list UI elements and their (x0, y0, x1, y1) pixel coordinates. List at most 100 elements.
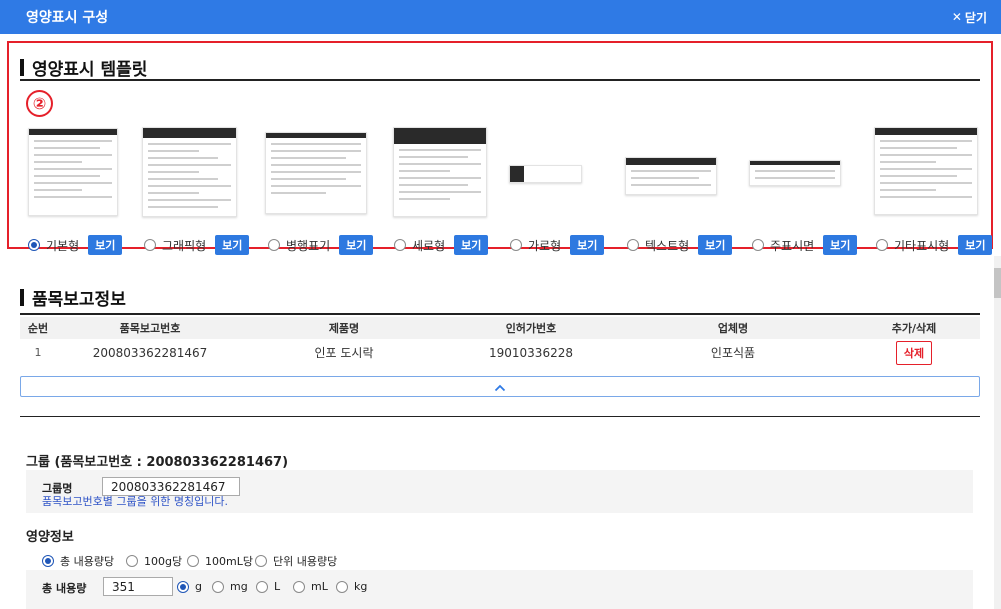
template-option-main-display[interactable]: 주표시면 보기 (752, 235, 858, 255)
template-option-basic[interactable]: 기본형 보기 (28, 235, 123, 255)
group-heading: 그룹 (품목보고번호 : 200803362281467) (26, 455, 289, 470)
radio-horizontal[interactable] (510, 239, 522, 251)
radio-basis-unit[interactable] (255, 555, 267, 567)
radio-other[interactable] (876, 239, 888, 251)
template-thumb-main-display[interactable] (749, 160, 841, 186)
table-header-row: 순번 품목보고번호 제품명 인허가번호 업체명 추가/삭제 (20, 317, 980, 339)
option-label: 총 내용량당 (60, 555, 115, 568)
template-option-graphic[interactable]: 그래픽형 보기 (144, 235, 250, 255)
template-option-vertical[interactable]: 세로형 보기 (394, 235, 489, 255)
nutrition-heading: 영양정보 (26, 530, 74, 545)
template-option-parallel[interactable]: 병행표기 보기 (268, 235, 374, 255)
column-header: 인허가번호 (444, 317, 618, 339)
radio-text[interactable] (627, 239, 639, 251)
view-button-vertical[interactable]: 보기 (454, 235, 489, 255)
template-thumb-graphic[interactable] (142, 127, 237, 217)
chevron-up-icon (494, 377, 506, 396)
option-label: 기타표시형 (894, 238, 950, 253)
template-heading-rule (20, 79, 980, 81)
window-titlebar: 영양표시 구성 ✕ 닫기 (0, 0, 1001, 34)
vertical-scrollbar[interactable] (994, 256, 1001, 609)
radio-unit-kg[interactable] (336, 580, 348, 593)
column-header: 제품명 (244, 317, 444, 339)
section-bar (20, 289, 24, 306)
section-bar (20, 59, 24, 76)
column-header: 추가/삭제 (848, 317, 980, 339)
report-heading-rule (20, 313, 980, 315)
option-label: 주표시면 (770, 238, 815, 253)
option-label: 100g당 (144, 555, 183, 568)
delete-button[interactable]: 삭제 (895, 340, 933, 365)
unit-option-ml[interactable]: mL (293, 580, 328, 593)
option-label: g (195, 580, 202, 593)
radio-graphic[interactable] (144, 239, 156, 251)
template-thumb-parallel[interactable] (265, 132, 367, 214)
view-button-horizontal[interactable]: 보기 (570, 235, 605, 255)
view-button-basic[interactable]: 보기 (88, 235, 123, 255)
report-table: 순번 품목보고번호 제품명 인허가번호 업체명 추가/삭제 1 20080336… (20, 317, 980, 366)
total-input[interactable]: 351 (103, 577, 173, 596)
template-thumb-text[interactable] (625, 157, 717, 195)
radio-unit-l[interactable] (256, 580, 268, 593)
unit-option-g[interactable]: g (177, 580, 202, 593)
option-label: 세로형 (412, 238, 446, 253)
column-header: 순번 (20, 317, 56, 339)
option-label: 기본형 (46, 238, 80, 253)
radio-basis-100ml[interactable] (187, 555, 199, 567)
close-button[interactable]: ✕ 닫기 (952, 9, 987, 26)
basis-option-100g[interactable]: 100g당 (126, 553, 182, 569)
radio-basis-100g[interactable] (126, 555, 138, 567)
option-label: mg (230, 580, 248, 593)
template-option-horizontal[interactable]: 가로형 보기 (510, 235, 605, 255)
unit-option-l[interactable]: L (256, 580, 280, 593)
option-label: L (274, 580, 281, 593)
radio-parallel[interactable] (268, 239, 280, 251)
close-icon: ✕ (951, 10, 962, 24)
view-button-text[interactable]: 보기 (698, 235, 733, 255)
cell-action: 삭제 (848, 339, 980, 366)
close-label: 닫기 (964, 10, 987, 25)
template-option-other[interactable]: 기타표시형 보기 (876, 235, 993, 255)
basis-option-total[interactable]: 총 내용량당 (42, 553, 114, 569)
radio-basis-total[interactable] (42, 555, 54, 567)
report-section-title: 품목보고정보 (20, 285, 126, 310)
template-section-title: 영양표시 템플릿 (20, 55, 147, 80)
basis-option-100ml[interactable]: 100mL당 (187, 553, 253, 569)
cell-report-no: 200803362281467 (92, 345, 208, 360)
template-thumb-other[interactable] (874, 127, 978, 215)
radio-unit-mg[interactable] (212, 580, 224, 593)
radio-basic[interactable] (28, 239, 40, 251)
unit-option-kg[interactable]: kg (336, 580, 367, 593)
radio-vertical[interactable] (394, 239, 406, 251)
template-thumb-vertical[interactable] (393, 127, 487, 217)
cell-company: 인포식품 (710, 346, 756, 360)
radio-unit-ml[interactable] (293, 580, 305, 593)
option-label: mL (311, 580, 328, 593)
cell-product: 인포 도시락 (314, 346, 374, 360)
radio-unit-g[interactable] (177, 580, 189, 593)
option-label: 텍스트형 (645, 238, 690, 253)
view-button-parallel[interactable]: 보기 (339, 235, 374, 255)
option-label: 병행표기 (286, 238, 331, 253)
basis-option-unit[interactable]: 단위 내용량당 (255, 553, 337, 569)
option-label: 그래픽형 (162, 238, 207, 253)
group-name-hint: 품목보고번호별 그룹을 위한 명칭입니다. (42, 495, 229, 508)
option-label: 단위 내용량당 (273, 555, 338, 568)
column-header: 업체명 (618, 317, 848, 339)
scrollbar-thumb[interactable] (994, 268, 1001, 298)
collapse-toggle-button[interactable] (20, 376, 980, 397)
template-thumb-horizontal[interactable] (509, 165, 582, 183)
template-option-text[interactable]: 텍스트형 보기 (627, 235, 733, 255)
view-button-main-display[interactable]: 보기 (823, 235, 858, 255)
cell-license-no: 19010336228 (489, 345, 573, 360)
table-row: 1 200803362281467 인포 도시락 19010336228 인포식… (20, 339, 980, 366)
view-button-graphic[interactable]: 보기 (215, 235, 250, 255)
template-heading: 영양표시 템플릿 (32, 60, 148, 80)
unit-option-mg[interactable]: mg (212, 580, 248, 593)
option-label: kg (354, 580, 368, 593)
view-button-other[interactable]: 보기 (958, 235, 993, 255)
option-label: 100mL당 (205, 555, 253, 568)
radio-main-display[interactable] (752, 239, 764, 251)
template-thumb-basic[interactable] (28, 128, 118, 216)
cell-seq: 1 (34, 346, 42, 359)
